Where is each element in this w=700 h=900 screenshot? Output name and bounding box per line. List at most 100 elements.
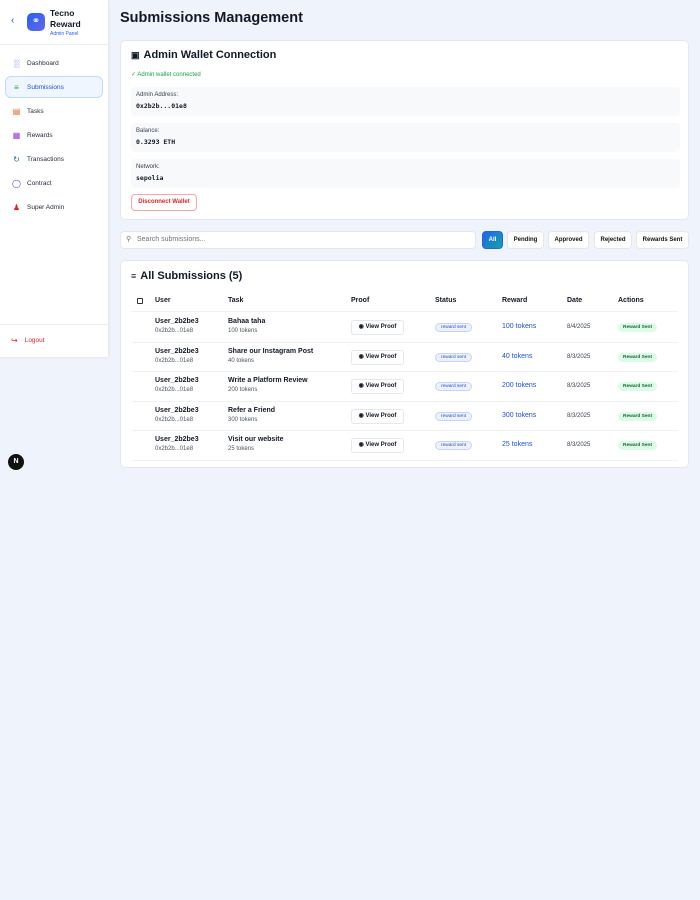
date: 8/3/2025 bbox=[567, 383, 591, 389]
task-tokens: 25 tokens bbox=[228, 446, 255, 452]
task-name: Bahaa taha bbox=[228, 318, 266, 325]
task-cell: Visit our website 25 tokens bbox=[228, 436, 284, 452]
address-value: 0x2b2b...01e8 bbox=[136, 102, 187, 110]
view-proof-button[interactable]: ◉ View Proof bbox=[351, 379, 404, 394]
task-cell: Share our Instagram Post 40 tokens bbox=[228, 348, 313, 364]
task-name: Share our Instagram Post bbox=[228, 347, 314, 355]
user-name: User_2b2be3 bbox=[155, 377, 199, 384]
select-all-checkbox[interactable] bbox=[137, 298, 143, 304]
table-row: User_2b2be3 0x2b2b...01e8 Share our Insta… bbox=[131, 343, 678, 372]
balance-box: Balance: 0.3293 ETH bbox=[131, 123, 680, 152]
next-devtools-badge[interactable]: N bbox=[8, 454, 24, 470]
sidebar-item-tasks[interactable]: ▤ Tasks bbox=[5, 100, 103, 122]
wallet-title-text: Admin Wallet Connection bbox=[143, 49, 277, 61]
sidebar-item-label: Tasks bbox=[27, 107, 44, 115]
wallet-status: ✓︎ Admin wallet connected bbox=[131, 72, 201, 78]
filter-rewards-sent-button[interactable]: Rewards Sent bbox=[636, 231, 689, 249]
column-header: Task bbox=[228, 297, 244, 304]
status-badge: reward sent bbox=[435, 441, 473, 450]
eye-icon: ◉ bbox=[358, 353, 364, 360]
view-proof-button[interactable]: ◉ View Proof bbox=[351, 320, 404, 335]
table-row: User_2b2be3 0x2b2b...01e8 Visit our websi… bbox=[131, 431, 678, 461]
reward-amount: 25 tokens bbox=[502, 441, 533, 448]
sidebar-item-label: Contract bbox=[27, 179, 52, 187]
task-name: Visit our website bbox=[228, 436, 284, 443]
date: 8/3/2025 bbox=[567, 353, 591, 360]
wallet-icon: ▣ bbox=[131, 49, 140, 60]
user-cell: User_2b2be3 0x2b2b...01e8 bbox=[155, 436, 199, 452]
view-proof-button[interactable]: ◉ View Proof bbox=[351, 438, 404, 453]
sidebar-item-label: Submissions bbox=[27, 83, 64, 91]
user-cell: User_2b2be3 0x2b2b...01e8 bbox=[155, 407, 199, 423]
status-badge: reward sent bbox=[435, 411, 473, 421]
reward-amount: 40 tokens bbox=[502, 352, 533, 360]
wallet-card: ▣ Admin Wallet Connection ✓︎ Admin wallet… bbox=[120, 40, 689, 220]
view-proof-label: View Proof bbox=[365, 353, 397, 360]
sidebar-item-super-admin[interactable]: ♟ Super Admin bbox=[5, 196, 103, 218]
filter-rejected-button[interactable]: Rejected bbox=[594, 231, 632, 249]
address-box: Admin Address: 0x2b2b...01e8 bbox=[131, 87, 680, 116]
address-label: Admin Address: bbox=[136, 92, 179, 98]
filter-pending-button[interactable]: Pending bbox=[507, 231, 544, 249]
logout-button[interactable]: ↪ Logout bbox=[11, 336, 45, 345]
network-label: Network: bbox=[136, 164, 160, 170]
sidebar-item-dashboard[interactable]: ░ Dashboard bbox=[5, 52, 103, 74]
filter-approved-button[interactable]: Approved bbox=[548, 231, 589, 249]
brand-subtitle: Admin Panel bbox=[50, 31, 79, 37]
table-header: User Task Proof Status Reward Date Actions bbox=[131, 296, 678, 312]
reward-amount: 200 tokens bbox=[502, 382, 537, 389]
sidebar-item-submissions[interactable]: ≡ Submissions bbox=[5, 76, 103, 98]
eye-icon: ◉ bbox=[358, 412, 364, 419]
search-input[interactable]: ⚲ Search submissions... bbox=[120, 231, 476, 249]
submissions-card: ≡ All Submissions (5) User Task Proof Status… bbox=[120, 260, 689, 468]
reward-sent-badge: Reward Sent bbox=[618, 441, 658, 450]
status-badge: reward sent bbox=[435, 323, 473, 332]
reward-sent-badge: Reward Sent bbox=[618, 352, 658, 362]
wallet-status-text: Admin wallet connected bbox=[137, 72, 201, 78]
sidebar-item-label: Transactions bbox=[27, 155, 64, 163]
search-placeholder: Search submissions... bbox=[137, 236, 206, 243]
filter-all-button[interactable]: All bbox=[482, 231, 503, 249]
balance-label: Balance: bbox=[136, 128, 160, 134]
collapse-sidebar-icon[interactable]: ‹ bbox=[11, 15, 14, 26]
task-cell: Write a Platform Review 200 tokens bbox=[228, 377, 308, 393]
user-address: 0x2b2b...01e8 bbox=[155, 446, 194, 452]
user-cell: User_2b2be3 0x2b2b...01e8 bbox=[155, 377, 199, 393]
column-header: Status bbox=[435, 297, 457, 304]
view-proof-button[interactable]: ◉ View Proof bbox=[351, 408, 404, 424]
wallet-title: ▣ Admin Wallet Connection bbox=[131, 49, 276, 61]
submissions-title-text: All Submissions (5) bbox=[140, 270, 243, 282]
disconnect-wallet-button[interactable]: Disconnect Wallet bbox=[131, 194, 197, 211]
column-header: Actions bbox=[618, 297, 644, 304]
user-name: User_2b2be3 bbox=[155, 406, 199, 414]
view-proof-label: View Proof bbox=[365, 324, 397, 330]
sidebar-item-contract[interactable]: ◯ Contract bbox=[5, 172, 103, 194]
user-address: 0x2b2b...01e8 bbox=[155, 416, 194, 423]
sidebar-item-label: Super Admin bbox=[27, 203, 65, 211]
eye-icon: ◉ bbox=[358, 324, 364, 330]
sidebar-item-rewards[interactable]: ▦ Rewards bbox=[5, 124, 103, 146]
column-header: Reward bbox=[502, 297, 528, 304]
user-address: 0x2b2b...01e8 bbox=[155, 387, 194, 393]
page-title: Submissions Management bbox=[120, 10, 303, 26]
task-cell: Bahaa taha 100 tokens bbox=[228, 318, 265, 334]
view-proof-button[interactable]: ◉ View Proof bbox=[351, 349, 404, 365]
task-cell: Refer a Friend 300 tokens bbox=[228, 407, 275, 423]
user-address: 0x2b2b...01e8 bbox=[155, 357, 194, 364]
table-row: User_2b2be3 0x2b2b...01e8 Write a Platfor… bbox=[131, 372, 678, 402]
view-proof-label: View Proof bbox=[365, 442, 397, 448]
reward-amount: 300 tokens bbox=[502, 411, 537, 419]
user-icon: ♟ bbox=[12, 202, 21, 212]
file-icon: ▤ bbox=[12, 106, 21, 116]
bar-chart-icon: ░ bbox=[13, 58, 20, 68]
reward-sent-badge: Reward Sent bbox=[618, 411, 658, 421]
logout-label: Logout bbox=[24, 337, 45, 344]
task-name: Refer a Friend bbox=[228, 406, 276, 414]
user-name: User_2b2be3 bbox=[155, 436, 199, 443]
sidebar-item-transactions[interactable]: ↻ Transactions bbox=[5, 148, 103, 170]
gift-icon: ▦ bbox=[12, 130, 21, 140]
user-name: User_2b2be3 bbox=[155, 347, 199, 355]
table-row: User_2b2be3 0x2b2b...01e8 Refer a Friend 3… bbox=[131, 402, 678, 431]
network-value: sepolia bbox=[136, 174, 164, 182]
network-box: Network: sepolia bbox=[131, 159, 680, 188]
